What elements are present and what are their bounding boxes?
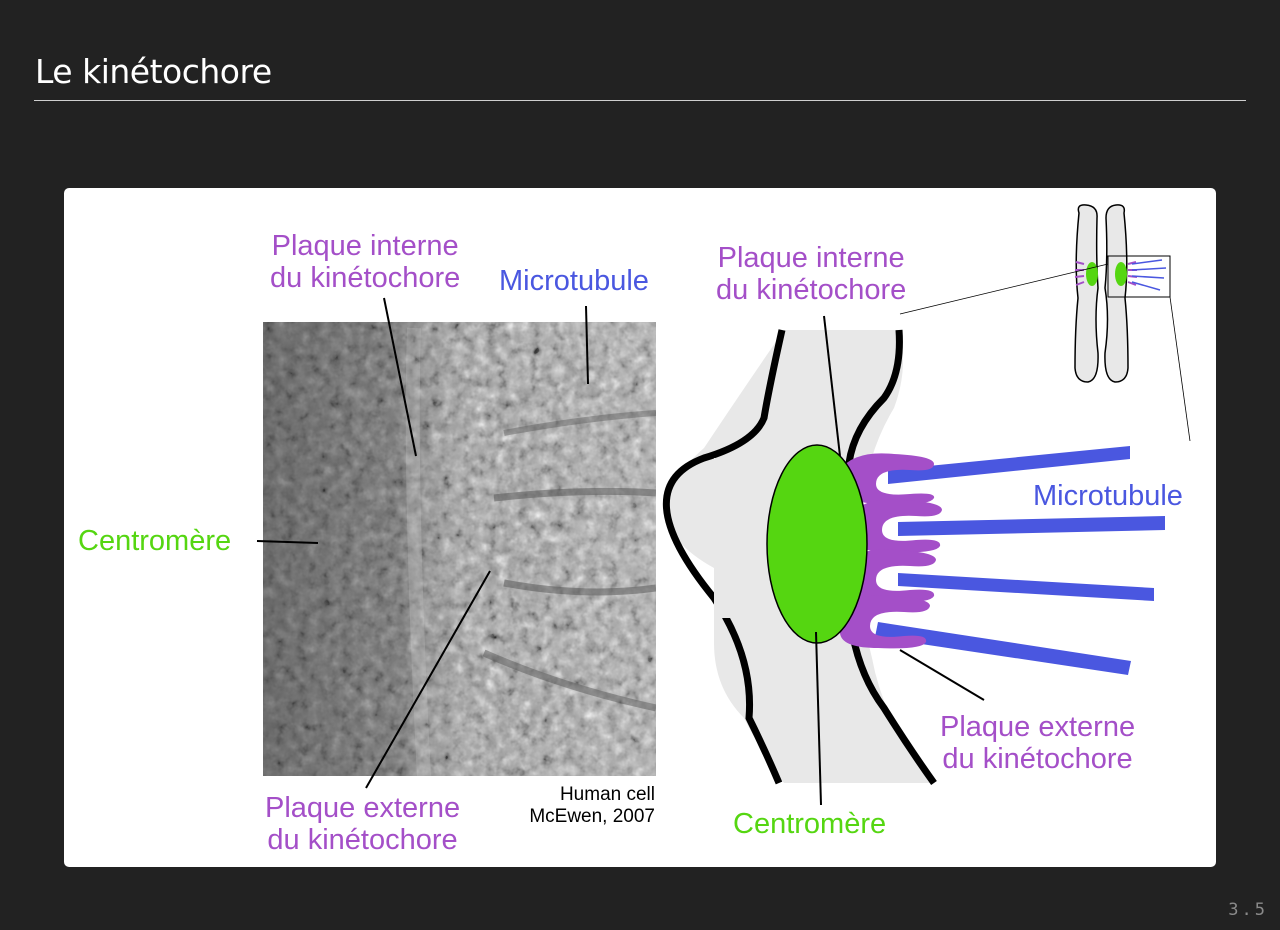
micro-centromere-label: Centromère xyxy=(78,525,232,557)
chromosome-inset xyxy=(899,204,1191,442)
micro-outer-plate-line1: Plaque externe xyxy=(265,792,461,824)
credit-line1: Human cell xyxy=(559,784,655,805)
micro-inner-plate-label: Plaque interne du kinétochore xyxy=(270,230,460,294)
figure-panel: Plaque interne du kinétochore Microtubul… xyxy=(64,188,1216,867)
credit-line2: McEwen, 2007 xyxy=(529,806,655,827)
schem-inner-plate-line1: Plaque interne xyxy=(717,242,905,274)
centromere-shape xyxy=(766,444,868,644)
micro-inner-plate-line1: Plaque interne xyxy=(271,230,459,262)
micro-inner-plate-line2: du kinétochore xyxy=(270,262,461,294)
schem-outer-plate-pointer xyxy=(899,649,985,701)
schem-outer-plate-label: Plaque externe du kinétochore xyxy=(940,711,1135,775)
page-number: 3.5 xyxy=(1228,900,1268,920)
schem-outer-plate-line2: du kinétochore xyxy=(942,743,1133,775)
micro-microtubule-label: Microtubule xyxy=(499,265,649,297)
micro-outer-plate-line2: du kinétochore xyxy=(267,824,458,856)
schem-outer-plate-line1: Plaque externe xyxy=(940,711,1136,743)
slide-title: Le kinétochore xyxy=(35,52,272,91)
schem-inner-plate-line2: du kinétochore xyxy=(716,274,907,306)
micrograph-credit: Human cell McEwen, 2007 xyxy=(508,784,655,828)
schem-inner-plate-label: Plaque interne du kinétochore xyxy=(716,242,906,306)
title-divider xyxy=(34,100,1246,101)
schem-centromere-label: Centromère xyxy=(733,808,887,840)
micro-outer-plate-label: Plaque externe du kinétochore xyxy=(265,792,460,856)
micrograph-image xyxy=(263,322,656,776)
schem-microtubule-label: Microtubule xyxy=(1033,480,1183,512)
